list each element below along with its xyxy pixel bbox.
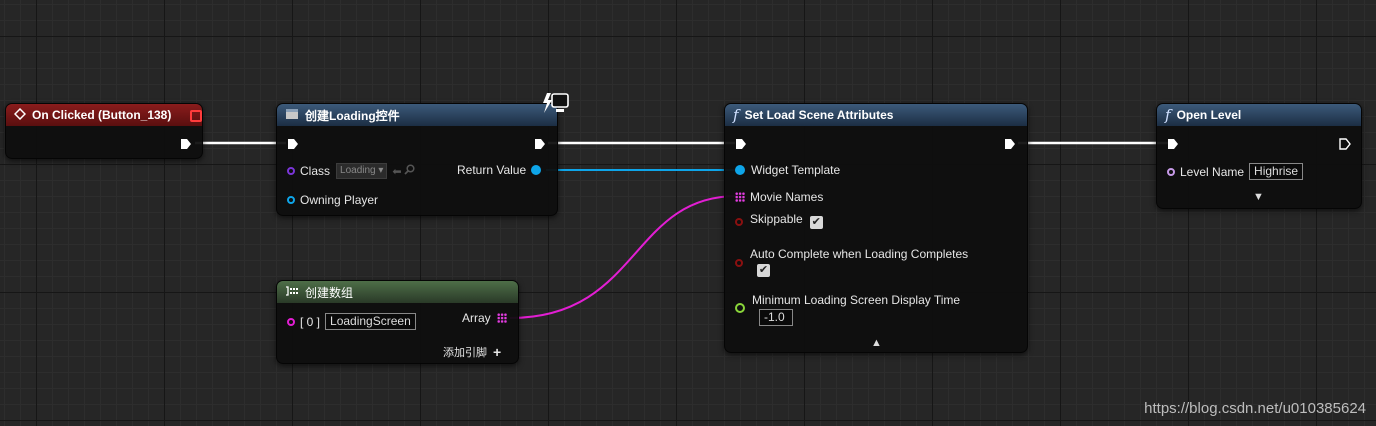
array-index-label: [ 0 ] [300,314,321,329]
array-element-pin-icon [287,317,295,326]
level-name-pin-icon [1167,167,1175,176]
set-load-scene-title: Set Load Scene Attributes [744,108,894,122]
add-pin-button[interactable]: 添加引脚 + [443,344,501,360]
auto-complete-label: Auto Complete when Loading Completes [750,247,969,261]
min-display-time-pin[interactable]: Minimum Loading Screen Display Time -1.0 [735,293,960,326]
event-node-title: On Clicked (Button_138) [32,108,172,122]
exec-out-icon [181,139,191,149]
exec-in-icon [736,139,746,149]
widget-template-pin[interactable]: Widget Template [735,163,840,177]
widget-template-pin-icon [735,165,745,175]
latent-monitor-icon [541,91,571,120]
exec-in-icon [1168,139,1178,149]
make-array-node[interactable]: 创建数组 [ 0 ] LoadingScreen Array 添加引脚 + [276,280,519,364]
create-widget-exec-out-pin[interactable] [534,138,546,150]
create-widget-exec-in-pin[interactable] [287,138,299,150]
min-display-time-pin-icon [735,303,745,313]
skippable-pin[interactable]: Skippable ✔ [735,212,823,229]
make-array-title: 创建数组 [305,285,354,300]
owning-player-pin[interactable]: Owning Player [287,193,378,207]
level-name-pin[interactable]: Level Name Highrise [1167,163,1304,180]
widget-template-label: Widget Template [751,163,841,177]
chevron-down-icon: ▾ [378,165,384,176]
return-value-label: Return Value [457,163,527,177]
open-level-exec-in-pin[interactable] [1167,138,1179,150]
open-level-title: Open Level [1176,108,1242,122]
expand-advanced-arrow-icon[interactable]: ▼ [1253,191,1264,203]
open-level-header[interactable]: f Open Level [1157,104,1361,126]
add-pin-label: 添加引脚 [443,347,487,359]
owning-player-label: Owning Player [300,193,379,207]
skippable-label: Skippable [750,212,803,226]
make-array-header[interactable]: 创建数组 [277,281,518,303]
exec-out-icon [1005,139,1015,149]
plus-icon: + [493,344,502,360]
min-display-time-label: Minimum Loading Screen Display Time [752,293,961,307]
open-level-exec-out-pin[interactable] [1339,138,1351,150]
return-value-pin-icon [531,165,542,175]
on-clicked-event-node[interactable]: On Clicked (Button_138) [5,103,203,159]
class-pin-label: Class [300,164,331,178]
class-select[interactable]: Loading ▾ [336,163,388,179]
level-name-label: Level Name [1180,164,1245,179]
auto-complete-checkbox[interactable]: ✔ [757,264,770,277]
owning-player-pin-icon [287,196,295,204]
open-level-node[interactable]: f Open Level Level Name Highrise ▼ [1156,103,1362,209]
event-diamond-icon [13,107,27,123]
exec-out-outline-icon [1339,138,1351,150]
skippable-checkbox[interactable]: ✔ [809,215,823,229]
event-node-header[interactable]: On Clicked (Button_138) [6,104,202,126]
return-value-pin[interactable]: Return Value [457,163,542,177]
widget-icon [285,108,299,123]
set-load-scene-header[interactable]: f Set Load Scene Attributes [725,104,1027,126]
set-load-exec-in-pin[interactable] [735,138,747,150]
skippable-pin-icon [735,218,743,226]
use-selected-arrow-icon[interactable]: ⬅ [392,165,401,178]
delegate-pin-icon[interactable] [190,110,202,122]
array-element-0-input[interactable]: LoadingScreen [325,313,416,330]
array-grid-icon [496,313,507,323]
event-exec-out-pin[interactable] [180,138,192,150]
auto-complete-pin-icon [735,259,743,267]
min-display-time-input[interactable]: -1.0 [759,309,793,326]
movie-names-label: Movie Names [750,190,824,204]
exec-out-icon [535,139,545,149]
array-grid-icon [735,192,745,202]
class-pin[interactable]: Class Loading ▾ ⬅ [287,163,415,179]
array-out-pin[interactable]: Array [462,311,507,325]
create-widget-title: 创建Loading控件 [305,108,400,123]
array-element-0-pin[interactable]: [ 0 ] LoadingScreen [287,313,416,330]
collapse-advanced-arrow-icon[interactable]: ▲ [871,337,882,349]
watermark-text: https://blog.csdn.net/u010385624 [1144,400,1366,417]
set-load-scene-attributes-node[interactable]: f Set Load Scene Attributes Widget Templ… [724,103,1028,353]
function-icon: f [733,106,739,124]
set-load-exec-out-pin[interactable] [1004,138,1016,150]
exec-in-icon [288,139,298,149]
array-out-label: Array [462,311,491,325]
class-pin-icon [287,167,295,175]
movie-names-pin[interactable]: Movie Names [735,190,823,204]
auto-complete-pin[interactable]: Auto Complete when Loading Completes ✔ [735,247,968,277]
browse-search-icon[interactable] [404,164,415,178]
level-name-input[interactable]: Highrise [1249,163,1304,180]
make-array-icon [285,285,299,300]
create-widget-header[interactable]: 创建Loading控件 [277,104,557,126]
function-icon: f [1165,106,1171,124]
create-widget-node[interactable]: 创建Loading控件 Class Loading ▾ ⬅ Return Val… [276,93,569,216]
